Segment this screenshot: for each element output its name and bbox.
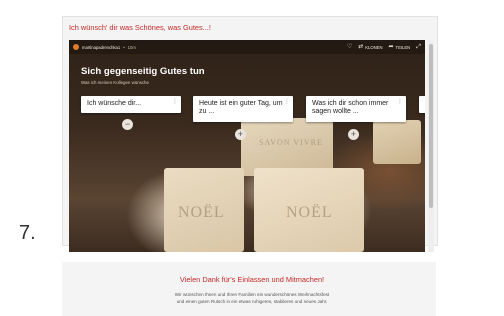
add-post-button-2[interactable]: + — [235, 129, 246, 140]
more-options-icon[interactable]: ⋮ — [397, 99, 403, 105]
soap-bar-right — [373, 120, 421, 164]
soap-stamp-noel-left: NOËL — [178, 204, 225, 221]
remake-button[interactable]: ⇄ KLONEN — [358, 44, 382, 50]
more-options-icon[interactable]: ⋮ — [172, 99, 178, 105]
wish-line-1: Wir wünschen Ihnen und Ihren Familien ei… — [174, 292, 330, 297]
author-avatar[interactable] — [73, 44, 79, 50]
share-label: TEILEN — [395, 44, 411, 50]
minus-icon: − — [124, 119, 131, 129]
board-topbar: martinapadrenchka1 • 10m ♡ ⇄ KLONEN ➦ TE… — [69, 40, 425, 54]
column-header-2[interactable]: Heute ist ein guter Tag, um zu ... ⋮ — [193, 96, 293, 122]
heart-icon[interactable]: ♡ — [347, 44, 352, 50]
thanks-heading: Vielen Dank für's Einlassen und Mitmache… — [179, 275, 325, 284]
soap-bar-center: NOËL — [254, 168, 364, 252]
board-subtitle: Was ich meinen Kollegen wünsche — [81, 80, 149, 85]
column-title-2: Heute ist ein guter Tag, um zu ... — [199, 100, 283, 116]
plus-icon: + — [350, 129, 357, 139]
post-time: 10m — [127, 44, 136, 50]
column-title-3: Was ich dir schon immer sagen wollte ... — [312, 100, 389, 116]
share-icon: ➦ — [388, 44, 394, 50]
more-options-icon[interactable]: ⋮ — [284, 99, 290, 105]
plus-icon: + — [237, 129, 244, 139]
board-toolbar: ♡ ⇄ KLONEN ➦ TEILEN ⤢ — [347, 44, 421, 50]
soap-stamp-savon-back: SAVON VIVRE — [259, 138, 323, 147]
step-number: 7. — [19, 222, 36, 244]
column-title-1: Ich wünsche dir... — [87, 100, 142, 107]
closing-frame — [62, 262, 436, 316]
author-name[interactable]: martinapadrenchka1 — [82, 45, 120, 50]
column-header-1[interactable]: Ich wünsche dir... ⋮ — [81, 96, 181, 113]
add-post-button-1[interactable]: − — [122, 119, 133, 130]
padlet-board: SAVON VIVRE NOËL NOËL martinapadrenchka1… — [69, 40, 425, 252]
scrollbar-thumb[interactable] — [429, 44, 433, 208]
add-post-button-3[interactable]: + — [348, 129, 359, 140]
soap-stamp-noel-center: NOËL — [286, 204, 333, 221]
board-title: Sich gegenseitig Gutes tun — [81, 66, 205, 77]
share-button[interactable]: ➦ TEILEN — [388, 44, 410, 50]
soap-bar-left: NOËL — [164, 168, 244, 252]
wish-line-2: und einen guten Rutsch in ein etwas ruhi… — [176, 299, 328, 304]
meta-separator: • — [123, 44, 125, 50]
fullscreen-icon[interactable]: ⤢ — [416, 44, 421, 50]
column-header-4-partial[interactable] — [419, 96, 425, 113]
column-header-3[interactable]: Was ich dir schon immer sagen wollte ...… — [306, 96, 406, 122]
remake-label: KLONEN — [365, 44, 383, 50]
page-heading: Ich wünsch' dir was Schönes, was Gutes..… — [69, 23, 211, 32]
remake-icon: ⇄ — [358, 44, 364, 50]
